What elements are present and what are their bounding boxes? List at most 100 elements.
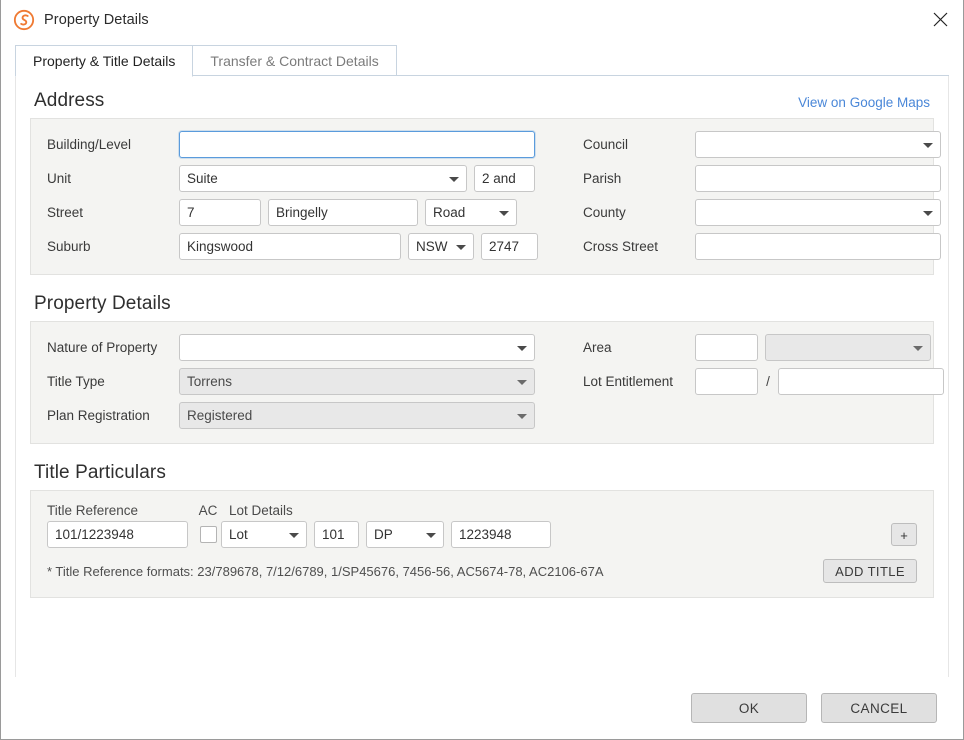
property-details-spacer-row (583, 402, 944, 429)
title-type-label: Title Type (47, 374, 105, 389)
area-input[interactable] (695, 334, 758, 361)
chevron-down-icon (517, 379, 527, 385)
property-details-left-column: Nature of Property Title Type Torrens Pl… (47, 334, 571, 429)
lot-number-input[interactable] (314, 521, 359, 548)
dialog-footer: OK CANCEL (1, 677, 963, 739)
unit-type-value: Suite (187, 171, 218, 186)
county-row: County (583, 199, 941, 226)
title-reference-header: Title Reference (47, 503, 139, 518)
unit-type-select[interactable]: Suite (179, 165, 467, 192)
tab-property-title-details[interactable]: Property & Title Details (15, 45, 194, 77)
building-level-input[interactable] (179, 131, 535, 158)
tab-label: Transfer & Contract Details (210, 52, 379, 69)
lot-label-select[interactable]: Lot (221, 521, 307, 548)
chevron-down-icon (923, 142, 933, 148)
street-type-select[interactable]: Road (425, 199, 517, 226)
county-select[interactable] (695, 199, 941, 226)
title-particulars-section-header: Title Particulars (30, 462, 934, 490)
unit-number-input[interactable] (474, 165, 535, 192)
tab-transfer-contract-details[interactable]: Transfer & Contract Details (193, 45, 397, 76)
state-value: NSW (416, 239, 448, 254)
chevron-down-icon (517, 345, 527, 351)
council-label: Council (583, 137, 629, 152)
street-row: Street Road (47, 199, 571, 226)
nature-of-property-label: Nature of Property (47, 340, 158, 355)
property-details-section-header: Property Details (30, 293, 934, 321)
state-select[interactable]: NSW (408, 233, 474, 260)
tab-panel-property-title-details: Address View on Google Maps Building/Lev… (15, 76, 949, 677)
title-reference-input[interactable] (47, 521, 188, 548)
building-level-row: Building/Level (47, 131, 571, 158)
plan-registration-value: Registered (187, 408, 253, 423)
street-label: Street (47, 205, 84, 220)
plan-type-value: DP (374, 527, 393, 542)
property-details-dialog: Property Details Property & Title Detail… (0, 0, 964, 740)
suburb-row: Suburb NSW (47, 233, 571, 260)
cross-street-input[interactable] (695, 233, 941, 260)
chevron-down-icon (517, 413, 527, 419)
view-on-google-maps-link[interactable]: View on Google Maps (798, 95, 930, 112)
suburb-label: Suburb (47, 239, 91, 254)
title-particulars-header-row: Title Reference AC Lot Details (47, 503, 917, 518)
parish-input[interactable] (695, 165, 941, 192)
close-icon[interactable] (917, 0, 963, 38)
ac-checkbox[interactable] (199, 526, 217, 543)
plan-type-select[interactable]: DP (366, 521, 444, 548)
unit-row: Unit Suite (47, 165, 571, 192)
lot-entitlement-row: Lot Entitlement / (583, 368, 944, 395)
spiral-s-logo-icon (13, 9, 35, 31)
ac-checkbox-wrapper (195, 526, 221, 543)
suburb-name-input[interactable] (179, 233, 401, 260)
area-row: Area (583, 334, 944, 361)
street-number-input[interactable] (179, 199, 261, 226)
address-right-column: Council Parish County Cross Street (571, 131, 941, 260)
title-bar: Property Details (1, 0, 963, 40)
parish-label: Parish (583, 171, 622, 186)
plan-registration-row: Plan Registration Registered (47, 402, 571, 429)
title-type-select[interactable]: Torrens (179, 368, 535, 395)
tab-label: Property & Title Details (33, 53, 176, 69)
title-particulars-row: Lot DP + (47, 521, 917, 548)
chevron-down-icon (289, 532, 299, 538)
area-unit-select[interactable] (765, 334, 931, 361)
address-section-title: Address (34, 90, 105, 111)
window-title: Property Details (44, 12, 149, 28)
chevron-down-icon (449, 176, 459, 182)
county-label: County (583, 205, 626, 220)
nature-of-property-row: Nature of Property (47, 334, 571, 361)
lot-entitlement-numerator-input[interactable] (695, 368, 758, 395)
council-row: Council (583, 131, 941, 158)
property-details-panel: Nature of Property Title Type Torrens Pl… (30, 321, 944, 444)
chevron-down-icon (923, 210, 933, 216)
unit-label: Unit (47, 171, 72, 186)
title-particulars-section-title: Title Particulars (34, 462, 166, 483)
plan-registration-select[interactable]: Registered (179, 402, 535, 429)
title-type-row: Title Type Torrens (47, 368, 571, 395)
title-particulars-panel: Title Reference AC Lot Details Lot DP (30, 490, 934, 598)
add-lot-row-button[interactable]: + (891, 523, 917, 546)
add-title-button[interactable]: ADD TITLE (823, 559, 917, 583)
plan-number-input[interactable] (451, 521, 551, 548)
parish-row: Parish (583, 165, 941, 192)
property-details-section-title: Property Details (34, 293, 171, 314)
ac-header: AC (198, 503, 218, 518)
nature-of-property-select[interactable] (179, 334, 535, 361)
cross-street-row: Cross Street (583, 233, 941, 260)
lot-entitlement-label: Lot Entitlement (583, 374, 674, 389)
title-particulars-footer-row: * Title Reference formats: 23/789678, 7/… (47, 559, 917, 583)
cross-street-label: Cross Street (583, 239, 659, 254)
title-type-value: Torrens (187, 374, 233, 389)
street-name-input[interactable] (268, 199, 418, 226)
chevron-down-icon (499, 210, 509, 216)
chevron-down-icon (426, 532, 436, 538)
lot-entitlement-separator: / (766, 374, 770, 389)
ok-button[interactable]: OK (691, 693, 807, 723)
plan-registration-label: Plan Registration (47, 408, 150, 423)
property-details-right-column: Area Lot Entitlement / (571, 334, 944, 429)
building-level-label: Building/Level (47, 137, 132, 152)
cancel-button[interactable]: CANCEL (821, 693, 937, 723)
tab-bar: Property & Title Details Transfer & Cont… (15, 44, 949, 77)
council-select[interactable] (695, 131, 941, 158)
lot-entitlement-denominator-input[interactable] (778, 368, 944, 395)
postcode-input[interactable] (481, 233, 538, 260)
